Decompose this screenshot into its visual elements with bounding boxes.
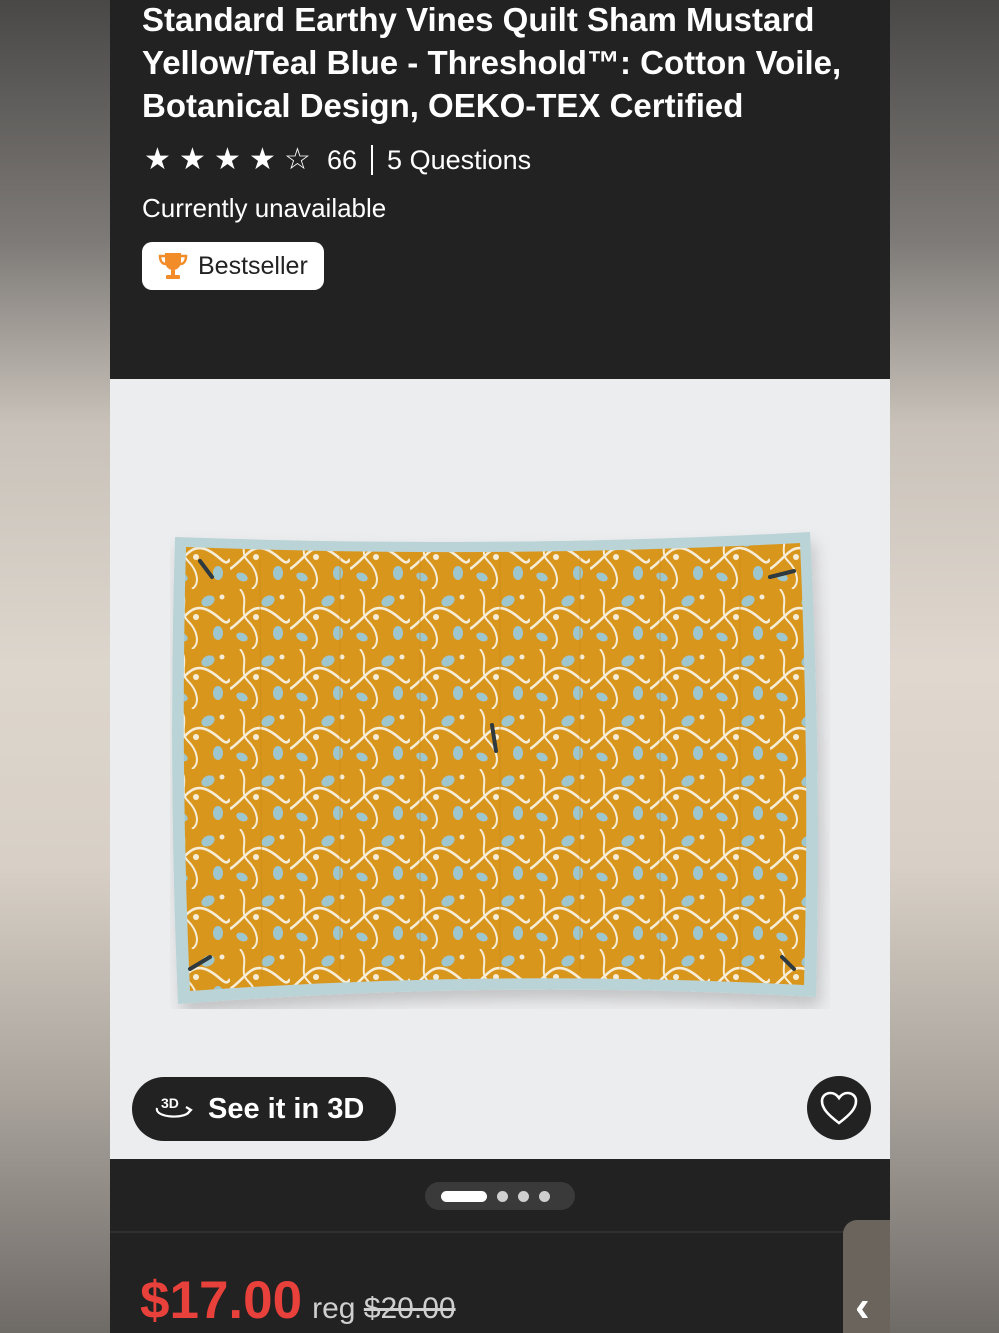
availability-status: Currently unavailable	[142, 193, 387, 223]
price-row: $17.00 reg $20.00	[140, 1270, 456, 1331]
carousel-indicator-area	[110, 1159, 890, 1231]
svg-text:3D: 3D	[161, 1095, 179, 1111]
rotate-3d-icon: 3D	[155, 1095, 193, 1118]
section-divider	[110, 1231, 890, 1233]
carousel-dot[interactable]	[497, 1190, 508, 1202]
chevron-left-icon: ‹	[855, 1282, 870, 1331]
side-drawer-tab[interactable]: ‹	[843, 1220, 890, 1333]
star-filled-icon: ★	[214, 143, 241, 176]
heart-outline-icon	[820, 1091, 858, 1125]
reg-label: reg	[312, 1292, 356, 1325]
questions-link[interactable]: 5 Questions	[387, 145, 531, 176]
trophy-icon	[158, 253, 188, 279]
star-filled-icon: ★	[179, 143, 206, 176]
regular-price-label: reg $20.00	[312, 1292, 455, 1326]
blurred-background-right	[889, 0, 999, 1333]
carousel-dots[interactable]	[425, 1182, 575, 1210]
regular-price: $20.00	[363, 1292, 456, 1325]
blurred-background-left	[0, 0, 110, 1333]
star-filled-icon: ★	[144, 143, 171, 176]
product-image-carousel[interactable]: 3D See it in 3D	[110, 379, 890, 1159]
product-header: Standard Earthy Vines Quilt Sham Mustard…	[110, 0, 890, 290]
review-count[interactable]: 66	[327, 145, 357, 176]
carousel-dot[interactable]	[518, 1190, 529, 1202]
product-image	[172, 532, 818, 1004]
carousel-dot-active[interactable]	[441, 1190, 487, 1202]
see-in-3d-button[interactable]: 3D See it in 3D	[132, 1077, 396, 1141]
rating-divider	[371, 145, 374, 175]
badge-label: Bestseller	[198, 251, 308, 280]
favorite-button[interactable]	[807, 1076, 871, 1140]
current-price: $17.00	[140, 1271, 303, 1330]
see-in-3d-label: See it in 3D	[208, 1092, 365, 1125]
star-rating: ★ ★ ★ ★ ☆	[142, 145, 313, 175]
star-empty-icon: ☆	[284, 143, 311, 176]
product-page: Standard Earthy Vines Quilt Sham Mustard…	[110, 0, 890, 1333]
carousel-dot[interactable]	[539, 1190, 550, 1202]
star-filled-icon: ★	[249, 143, 276, 176]
rating-row[interactable]: ★ ★ ★ ★ ☆ 66 5 Questions	[142, 143, 858, 177]
bestseller-badge: Bestseller	[142, 242, 324, 290]
product-title: Standard Earthy Vines Quilt Sham Mustard…	[142, 1, 842, 124]
